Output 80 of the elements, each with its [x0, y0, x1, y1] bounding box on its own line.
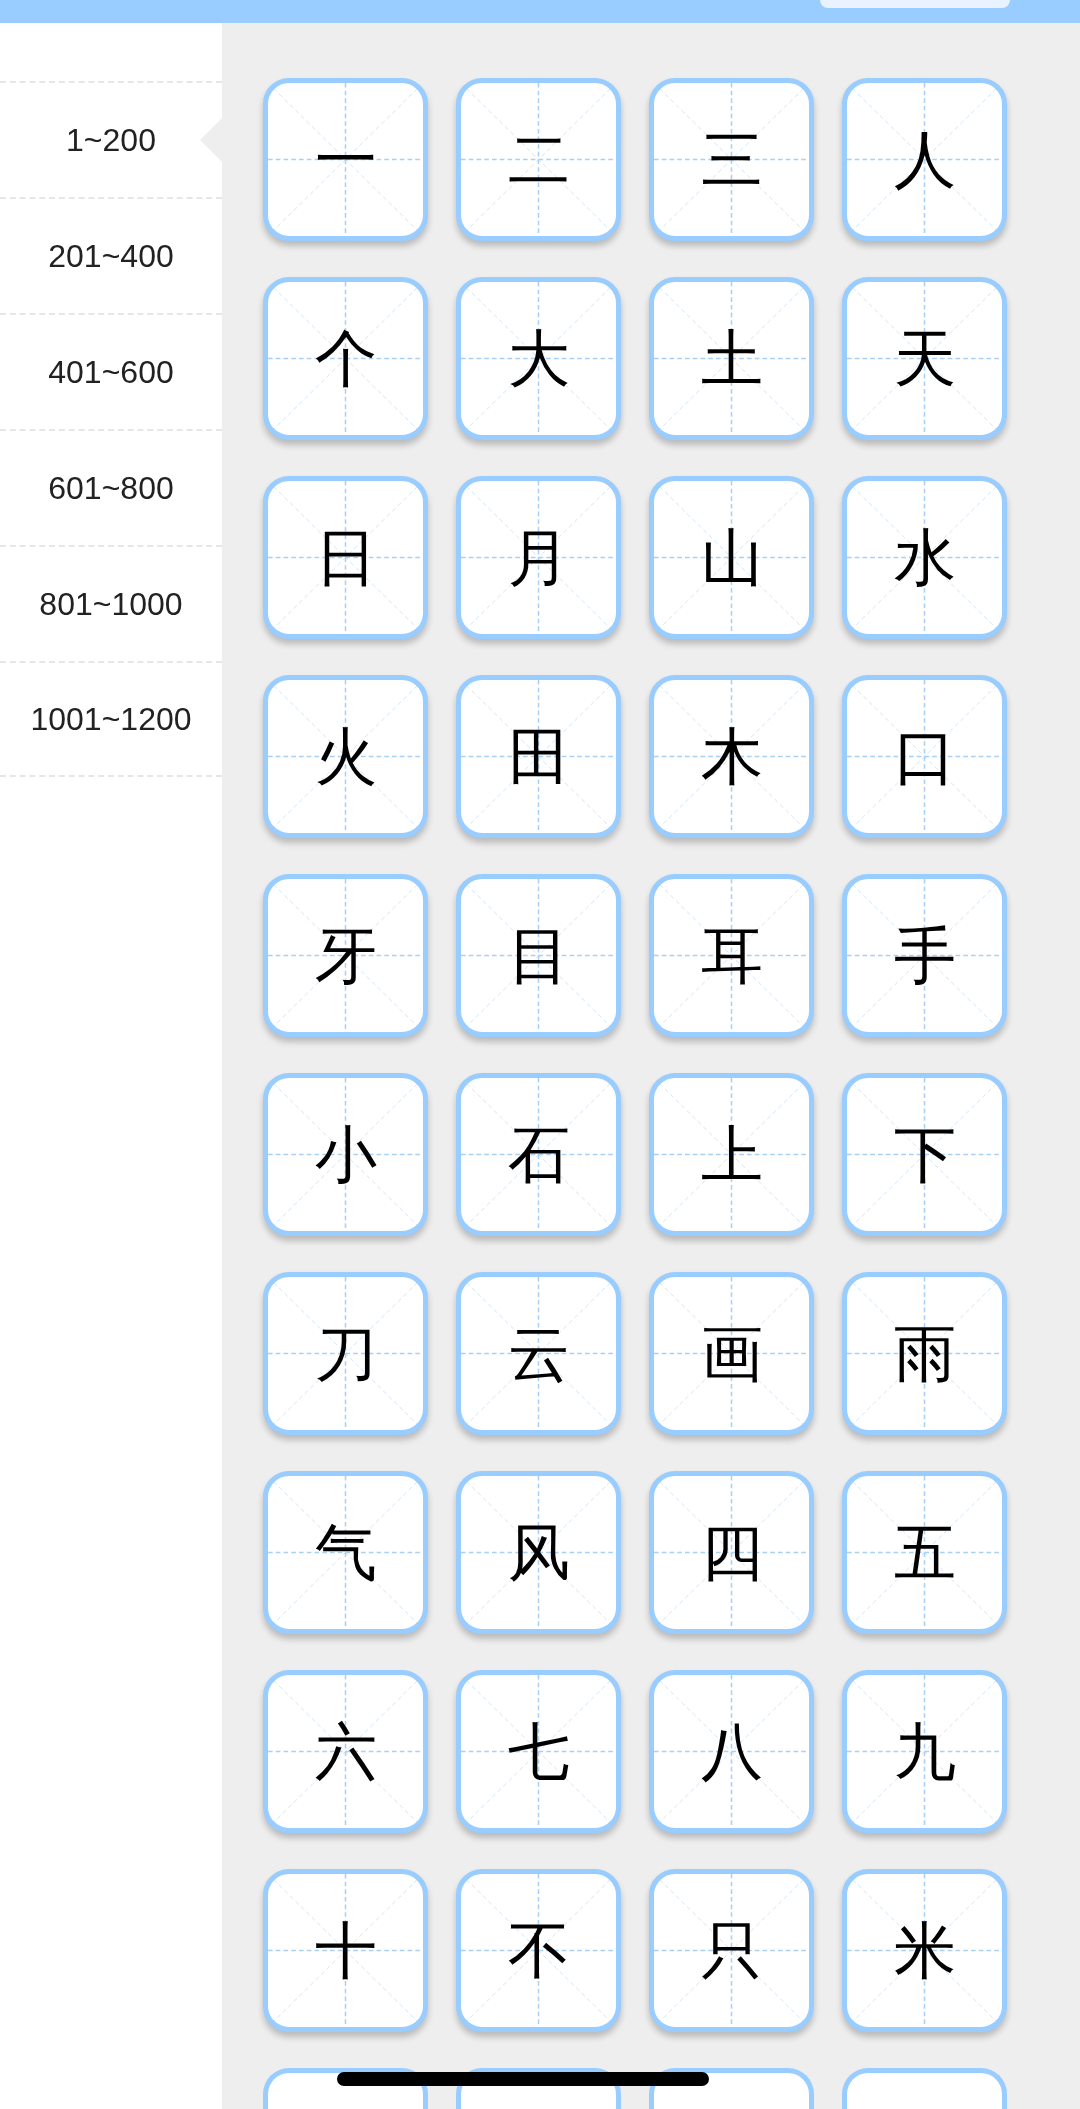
character: 二 — [507, 128, 570, 191]
character: 天 — [893, 327, 956, 390]
character-card[interactable]: 雨 — [842, 1272, 1007, 1435]
character-card[interactable]: 不 — [456, 1869, 621, 2032]
character-card[interactable]: 四 — [649, 1471, 814, 1634]
character: 小 — [314, 1123, 377, 1186]
character: 田 — [507, 725, 570, 788]
character-card[interactable]: 米 — [842, 1869, 1007, 2032]
character: 口 — [893, 725, 956, 788]
character: 风 — [507, 1521, 570, 1584]
character-card[interactable]: 木 — [649, 675, 814, 838]
character-card[interactable]: 火 — [263, 675, 428, 838]
character-card[interactable]: 手 — [842, 874, 1007, 1037]
character-card[interactable]: 刀 — [263, 1272, 428, 1435]
character-card[interactable]: 目 — [456, 874, 621, 1037]
character-card[interactable]: 人 — [842, 78, 1007, 241]
character-card[interactable]: 小 — [263, 1073, 428, 1236]
character: 一 — [314, 128, 377, 191]
character: 气 — [314, 1521, 377, 1584]
character: 米 — [893, 1919, 956, 1982]
character: 刀 — [314, 1322, 377, 1385]
character-card[interactable]: 气 — [263, 1471, 428, 1634]
character-card[interactable]: 只 — [649, 1869, 814, 2032]
character-card[interactable]: 口 — [842, 675, 1007, 838]
character: 耳 — [700, 924, 763, 987]
character-card[interactable]: 二 — [456, 78, 621, 241]
character: 十 — [314, 1919, 377, 1982]
character-card[interactable]: 天 — [842, 277, 1007, 440]
character-card[interactable]: 土 — [649, 277, 814, 440]
character: 土 — [700, 327, 763, 390]
character: 雨 — [893, 1322, 956, 1385]
character-card[interactable]: 画 — [649, 1272, 814, 1435]
character-card[interactable]: 石 — [456, 1073, 621, 1236]
character: 木 — [700, 725, 763, 788]
character-card[interactable]: 耳 — [649, 874, 814, 1037]
character: 只 — [700, 1919, 763, 1982]
character: 九 — [893, 1720, 956, 1783]
character: 八 — [700, 1720, 763, 1783]
character-card[interactable]: 九 — [842, 1670, 1007, 1833]
character: 三 — [700, 128, 763, 191]
character: 日 — [314, 526, 377, 589]
character: 石 — [507, 1123, 570, 1186]
character: 云 — [507, 1322, 570, 1385]
character-card[interactable]: 十 — [263, 1869, 428, 2032]
character: 下 — [893, 1123, 956, 1186]
character-card[interactable]: 五 — [842, 1471, 1007, 1634]
character-card[interactable]: 上 — [649, 1073, 814, 1236]
character: 火 — [314, 725, 377, 788]
character: 六 — [314, 1720, 377, 1783]
character-card[interactable]: 山 — [649, 476, 814, 639]
character: 四 — [700, 1521, 763, 1584]
character: 月 — [507, 526, 570, 589]
character-card[interactable]: 八 — [649, 1670, 814, 1833]
character: 不 — [507, 1919, 570, 1982]
character-card[interactable]: 风 — [456, 1471, 621, 1634]
character: 上 — [700, 1123, 763, 1186]
character-card[interactable]: 牙 — [263, 874, 428, 1037]
character-card[interactable]: 一 — [263, 78, 428, 241]
character-card[interactable]: 下 — [842, 1073, 1007, 1236]
character: 七 — [507, 1720, 570, 1783]
character-card[interactable]: 云 — [456, 1272, 621, 1435]
character: 画 — [700, 1322, 763, 1385]
character-card[interactable]: 田 — [456, 675, 621, 838]
character: 人 — [893, 128, 956, 191]
character: 个 — [314, 327, 377, 390]
character-card[interactable]: 水 — [842, 476, 1007, 639]
character-card[interactable]: 三 — [649, 78, 814, 241]
character: 大 — [507, 327, 570, 390]
character: 水 — [893, 526, 956, 589]
character-card[interactable]: 日 — [263, 476, 428, 639]
character: 手 — [893, 924, 956, 987]
character-card[interactable]: 大 — [456, 277, 621, 440]
character: 牙 — [314, 924, 377, 987]
character-card[interactable]: 月 — [456, 476, 621, 639]
character-card[interactable]: 个 — [263, 277, 428, 440]
character: 目 — [507, 924, 570, 987]
character: 山 — [700, 526, 763, 589]
character-card[interactable]: 六 — [263, 1670, 428, 1833]
character: 五 — [893, 1521, 956, 1584]
character-card[interactable]: 七 — [456, 1670, 621, 1833]
